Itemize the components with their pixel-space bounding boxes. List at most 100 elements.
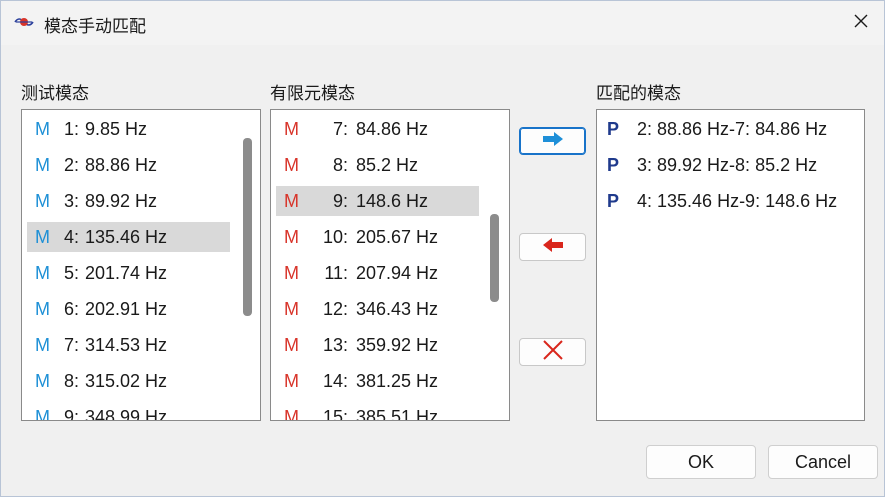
mode-frequency: 381.25 Hz <box>356 370 439 391</box>
matched-modes-label: 匹配的模态 <box>596 84 681 104</box>
matched-modes-list[interactable]: P 2: 88.86 Hz-7: 84.86 Hz P 3: 89.92 Hz-8: … <box>596 109 865 421</box>
remove-match-button[interactable] <box>519 233 586 261</box>
app-icon <box>14 12 34 32</box>
mode-frequency: 9.85 Hz <box>85 118 148 139</box>
pair-text: 4: 135.46 Hz-9: 148.6 Hz <box>637 190 838 211</box>
list-item[interactable]: M 13: 359.92 Hz <box>276 330 479 360</box>
matched-item[interactable]: P 2: 88.86 Hz-7: 84.86 Hz <box>607 114 857 144</box>
mode-tag: M <box>284 298 299 319</box>
mode-number: 4: <box>63 226 79 247</box>
mode-tag: M <box>35 262 50 283</box>
list-item[interactable]: M 9: 348.99 Hz <box>27 402 230 421</box>
mode-tag: M <box>35 406 50 421</box>
fe-modes-list[interactable]: M 7: 84.86 Hz M 8: 85.2 Hz M 9: 148.6 Hz M 10: 205.… <box>270 109 510 421</box>
fe-modes-label: 有限元模态 <box>270 84 355 104</box>
arrow-left-icon <box>542 237 564 258</box>
mode-tag: M <box>35 370 50 391</box>
mode-frequency: 148.6 Hz <box>356 190 429 211</box>
mode-frequency: 207.94 Hz <box>356 262 439 283</box>
mode-tag: M <box>35 226 50 247</box>
fe-modes-scrollbar[interactable] <box>485 110 504 420</box>
test-modes-list[interactable]: M 1: 9.85 Hz M 2: 88.86 Hz M 3: 89.92 Hz M 4: 135.4… <box>21 109 261 421</box>
list-item[interactable]: M 8: 85.2 Hz <box>276 150 479 180</box>
close-button[interactable] <box>839 1 883 45</box>
add-match-button[interactable] <box>519 127 586 155</box>
mode-number: 13: <box>322 334 348 355</box>
mode-frequency: 89.92 Hz <box>85 190 158 211</box>
test-modes-scroll-thumb[interactable] <box>243 138 252 316</box>
clear-matches-button[interactable] <box>519 338 586 366</box>
list-item[interactable]: M 5: 201.74 Hz <box>27 258 230 288</box>
mode-number: 8: <box>332 154 348 175</box>
mode-tag: M <box>35 154 50 175</box>
mode-number: 5: <box>63 262 79 283</box>
pair-tag: P <box>607 118 620 139</box>
mode-frequency: 205.67 Hz <box>356 226 439 247</box>
mode-number: 10: <box>322 226 348 247</box>
list-item[interactable]: M 14: 381.25 Hz <box>276 366 479 396</box>
test-modes-label: 测试模态 <box>21 84 89 104</box>
cancel-button[interactable]: Cancel <box>768 445 878 479</box>
mode-tag: M <box>284 190 299 211</box>
list-item[interactable]: M 15: 385.51 Hz <box>276 402 479 421</box>
mode-tag: M <box>35 298 50 319</box>
mode-tag: M <box>35 334 50 355</box>
test-modes-scrollbar[interactable] <box>238 110 257 420</box>
list-item[interactable]: M 10: 205.67 Hz <box>276 222 479 252</box>
mode-tag: M <box>284 226 299 247</box>
mode-number: 11: <box>324 262 348 283</box>
mode-number: 9: <box>63 406 79 421</box>
list-item[interactable]: M 3: 89.92 Hz <box>27 186 230 216</box>
mode-frequency: 314.53 Hz <box>85 334 168 355</box>
mode-tag: M <box>284 406 299 421</box>
matched-item[interactable]: P 4: 135.46 Hz-9: 148.6 Hz <box>607 186 857 216</box>
matched-item[interactable]: P 3: 89.92 Hz-8: 85.2 Hz <box>607 150 857 180</box>
mode-number: 7: <box>332 118 348 139</box>
mode-tag: M <box>284 334 299 355</box>
mode-frequency: 359.92 Hz <box>356 334 439 355</box>
list-item[interactable]: M 12: 346.43 Hz <box>276 294 479 324</box>
list-item[interactable]: M 7: 84.86 Hz <box>276 114 479 144</box>
mode-tag: M <box>35 190 50 211</box>
title-bar: 模态手动匹配 <box>1 1 884 45</box>
mode-frequency: 385.51 Hz <box>356 406 439 421</box>
mode-frequency: 85.2 Hz <box>356 154 419 175</box>
mode-number: 1: <box>63 118 79 139</box>
list-item[interactable]: M 6: 202.91 Hz <box>27 294 230 324</box>
list-item[interactable]: M 2: 88.86 Hz <box>27 150 230 180</box>
pair-tag: P <box>607 190 620 211</box>
matched-modes-items: P 2: 88.86 Hz-7: 84.86 Hz P 3: 89.92 Hz-8: … <box>597 110 864 420</box>
mode-number: 15: <box>322 406 348 421</box>
list-item[interactable]: M 7: 314.53 Hz <box>27 330 230 360</box>
window-title: 模态手动匹配 <box>44 17 146 37</box>
list-item[interactable]: M 1: 9.85 Hz <box>27 114 230 144</box>
pair-tag: P <box>607 154 620 175</box>
list-item[interactable]: M 8: 315.02 Hz <box>27 366 230 396</box>
mode-number: 7: <box>63 334 79 355</box>
list-item[interactable]: M 4: 135.46 Hz <box>27 222 230 252</box>
mode-number: 3: <box>63 190 79 211</box>
fe-modes-scroll-thumb[interactable] <box>490 214 499 302</box>
mode-frequency: 315.02 Hz <box>85 370 168 391</box>
mode-frequency: 84.86 Hz <box>356 118 429 139</box>
mode-number: 8: <box>63 370 79 391</box>
list-item[interactable]: M 9: 148.6 Hz <box>276 186 479 216</box>
cross-icon <box>542 339 564 366</box>
mode-number: 6: <box>63 298 79 319</box>
mode-tag: M <box>284 154 299 175</box>
mode-number: 12: <box>322 298 348 319</box>
manual-mode-matching-dialog: 模态手动匹配 测试模态 M 1: 9.85 Hz M 2: 88.86 Hz M 3: 89.9… <box>0 0 885 497</box>
pair-text: 2: 88.86 Hz-7: 84.86 Hz <box>637 118 828 139</box>
fe-modes-items: M 7: 84.86 Hz M 8: 85.2 Hz M 9: 148.6 Hz M 10: 205.… <box>271 110 509 420</box>
mode-number: 9: <box>332 190 348 211</box>
mode-frequency: 348.99 Hz <box>85 406 168 421</box>
close-icon <box>853 13 869 34</box>
mode-frequency: 135.46 Hz <box>85 226 168 247</box>
mode-number: 2: <box>63 154 79 175</box>
mode-frequency: 202.91 Hz <box>85 298 168 319</box>
list-item[interactable]: M 11: 207.94 Hz <box>276 258 479 288</box>
mode-tag: M <box>284 118 299 139</box>
arrow-right-icon <box>542 131 564 152</box>
mode-tag: M <box>284 370 299 391</box>
ok-button[interactable]: OK <box>646 445 756 479</box>
